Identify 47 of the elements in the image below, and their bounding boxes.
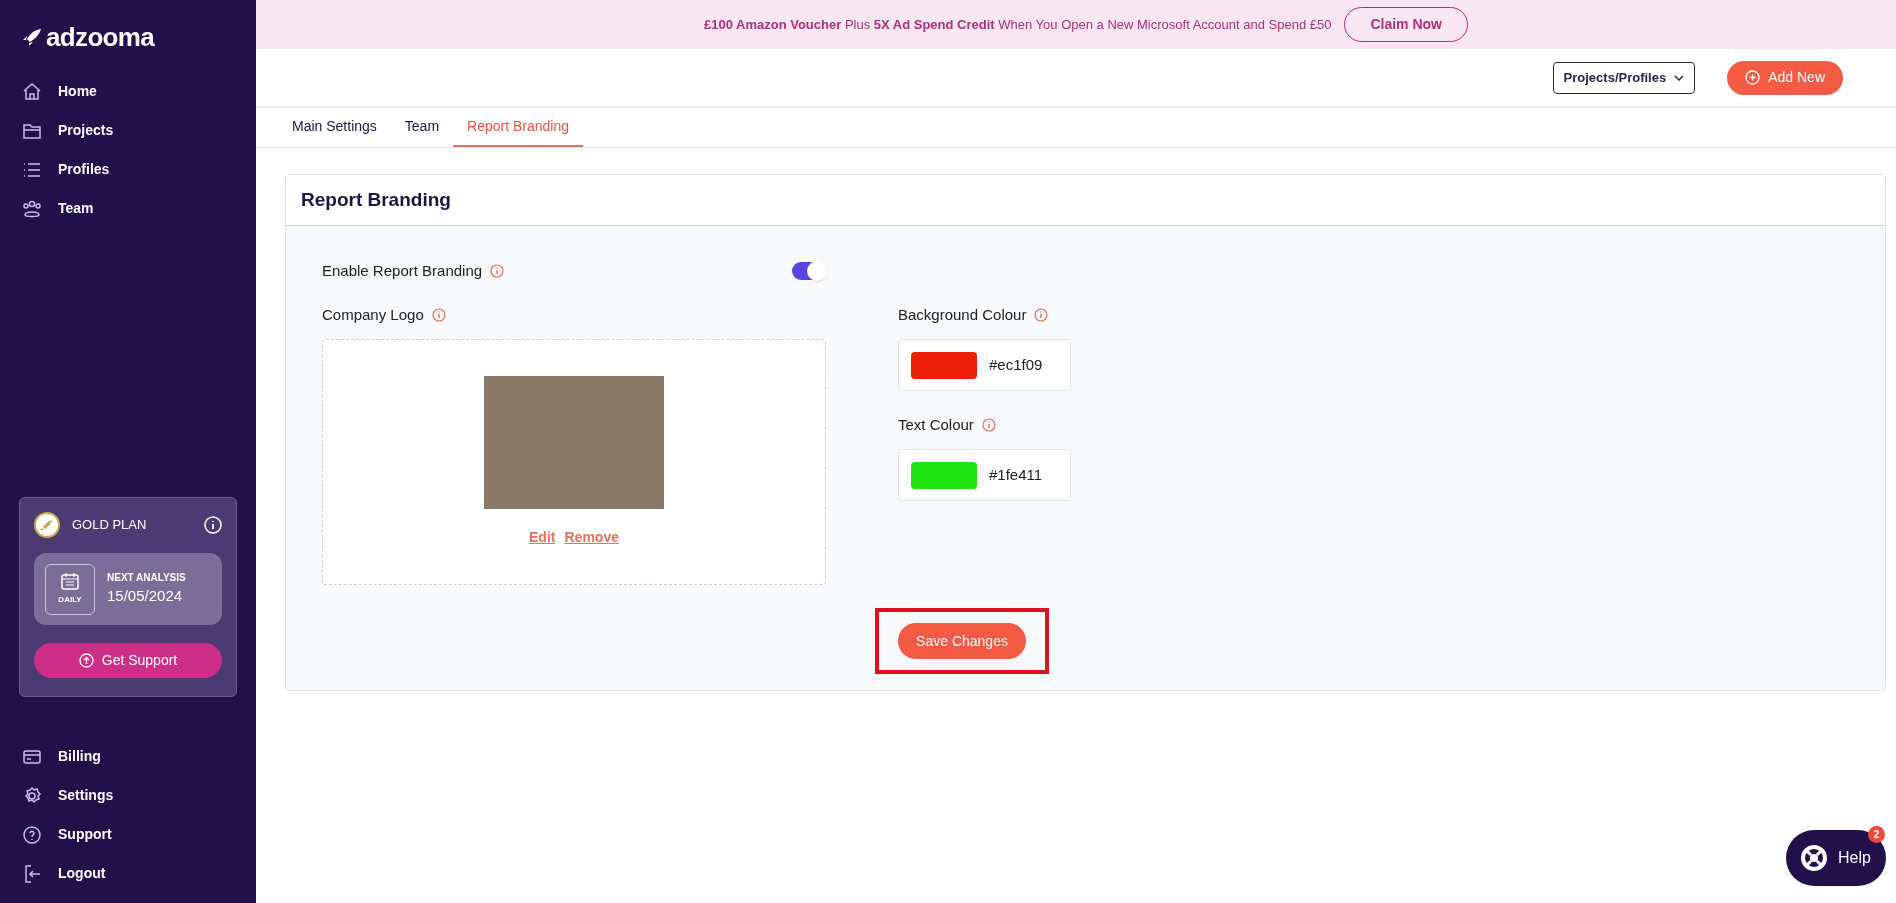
info-icon [431, 308, 446, 322]
calendar-icon [61, 572, 79, 590]
plan-name: GOLD PLAN [72, 516, 148, 535]
home-icon [22, 81, 42, 102]
frequency-label: DAILY [58, 593, 82, 606]
info-icon [1034, 308, 1049, 322]
nav-item[interactable]: Projects [0, 111, 256, 150]
help-icon [22, 824, 42, 845]
tab[interactable]: Team [390, 107, 454, 147]
upload-circle-icon [78, 653, 94, 668]
nav-item[interactable]: Support [0, 815, 256, 854]
info-icon [490, 264, 505, 278]
chevron-down-icon [1674, 74, 1685, 81]
tab[interactable]: Main Settings [278, 107, 391, 147]
logout-icon [22, 863, 42, 884]
notification-badge: 2 [1868, 826, 1885, 843]
colour-label: Background Colour [898, 304, 1027, 325]
enable-branding-label: Enable Report Branding [322, 260, 483, 281]
lifebuoy-icon [1800, 844, 1828, 872]
nav-item[interactable]: Team [0, 189, 256, 228]
colour-value: #1fe411 [989, 464, 1043, 485]
tab[interactable]: Report Branding [453, 107, 583, 147]
team-icon [22, 198, 42, 219]
colour-field[interactable]: #1fe411 [898, 449, 1071, 501]
settings-icon [22, 785, 42, 806]
nav-item[interactable]: Billing [0, 737, 256, 776]
company-logo-label: Company Logo [322, 304, 424, 325]
get-support-button[interactable]: Get Support [34, 643, 222, 678]
info-icon [981, 418, 996, 432]
nav-item[interactable]: Settings [0, 776, 256, 815]
rocket-badge-icon [34, 512, 60, 538]
info-icon [204, 516, 222, 534]
plus-circle-icon [1745, 70, 1761, 85]
toggle-switch[interactable] [792, 262, 826, 280]
promo-text: £100 Amazon Voucher Plus 5X Ad Spend Credit When You Open a New Microsoft Account and Spend £50 [704, 15, 1332, 34]
nav-item[interactable]: Profiles [0, 150, 256, 189]
next-analysis-date: 15/05/2024 [107, 586, 184, 607]
projects-profiles-dropdown[interactable]: Projects/Profiles [1552, 61, 1696, 94]
nav-item[interactable]: Logout [0, 854, 256, 893]
rocket-logo-icon [22, 28, 42, 46]
card-title: Report Branding [301, 187, 451, 212]
logo-text: adzooma [46, 24, 155, 50]
colour-field[interactable]: #ec1f09 [898, 339, 1071, 391]
colour-value: #ec1f09 [989, 354, 1043, 375]
next-analysis-label: NEXT ANALYSIS [107, 571, 186, 586]
colour-label: Text Colour [898, 414, 974, 435]
nav-item[interactable]: Home [0, 72, 256, 111]
